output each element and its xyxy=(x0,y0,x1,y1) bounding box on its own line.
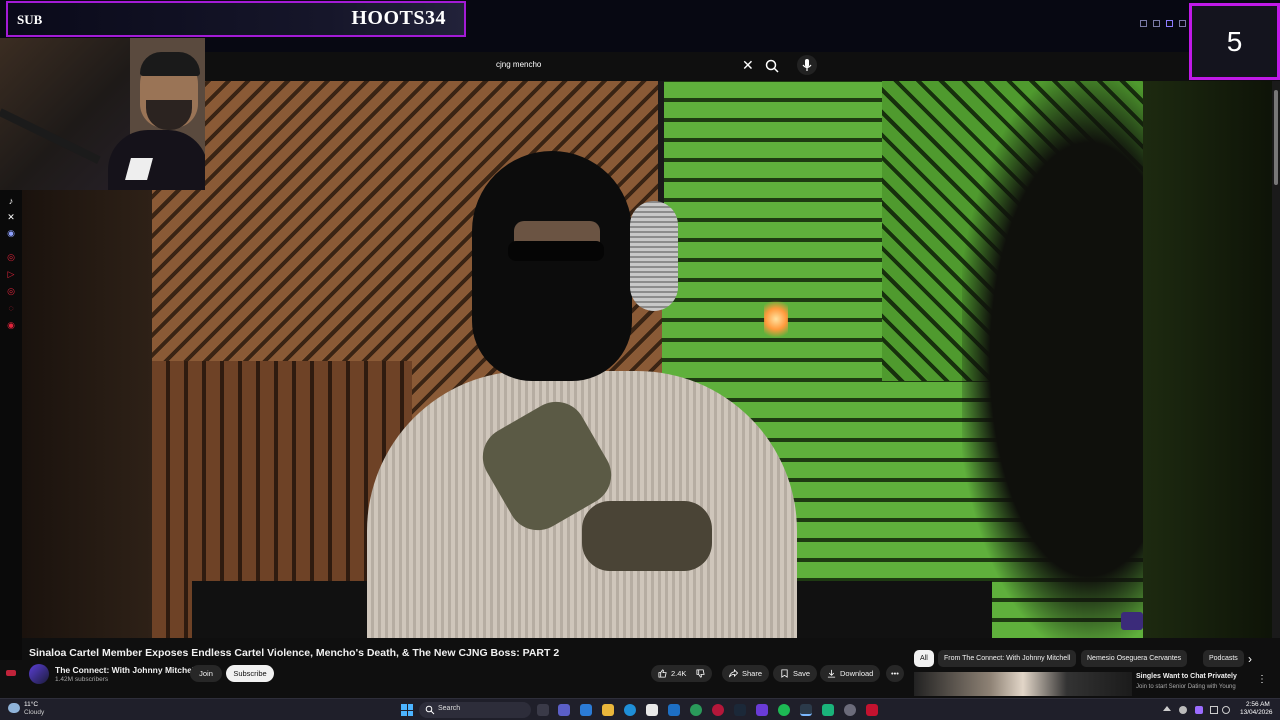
app-icon-teal[interactable] xyxy=(822,704,834,716)
search-icon xyxy=(425,705,435,715)
pin-icon[interactable] xyxy=(1140,20,1147,27)
spotify-icon[interactable] xyxy=(778,704,790,716)
channel-avatar[interactable] xyxy=(29,664,49,684)
taskbar-search-label: Search xyxy=(438,705,461,712)
thumbs-up-icon xyxy=(658,669,667,678)
youtube-icon[interactable] xyxy=(866,704,878,716)
app-icon-green[interactable] xyxy=(690,704,702,716)
sub-label: SUB xyxy=(17,12,43,27)
discord-icon: ◉ xyxy=(7,228,15,238)
tiktok-icon: ♪ xyxy=(8,196,14,206)
settings-icon[interactable] xyxy=(844,704,856,716)
weather-temp[interactable]: 11°C xyxy=(24,701,38,708)
chevron-up-icon[interactable] xyxy=(1163,706,1171,711)
chip-nemesio[interactable]: Nemesio Oseguera Cervantes xyxy=(1081,650,1188,667)
steam-icon[interactable] xyxy=(734,704,746,716)
like-count: 2.4K xyxy=(671,669,687,678)
clock-date[interactable]: 13/04/2026 xyxy=(1240,709,1273,716)
like-button[interactable]: 2.4K xyxy=(651,665,713,682)
thumbs-down-icon[interactable] xyxy=(696,669,706,678)
store-icon[interactable] xyxy=(646,704,658,716)
webcam-overlay xyxy=(0,38,205,190)
edge-icon[interactable] xyxy=(624,704,636,716)
restore-icon[interactable] xyxy=(1153,20,1160,27)
save-button[interactable]: Save xyxy=(773,665,818,682)
opera-icon[interactable] xyxy=(712,704,724,716)
chip-podcasts[interactable]: Podcasts xyxy=(1203,650,1244,667)
taskbar-search[interactable]: Search xyxy=(419,702,531,718)
more-horizontal-icon: ••• xyxy=(891,669,899,678)
more-actions-button[interactable]: ••• xyxy=(886,665,904,682)
app-icon-purple[interactable] xyxy=(756,704,768,716)
display-icon[interactable] xyxy=(1210,706,1218,714)
mail-icon[interactable] xyxy=(668,704,680,716)
file-explorer-icon[interactable] xyxy=(602,704,614,716)
taskbar: 11°C Cloudy Search 2:56 AM 13/04/2026 xyxy=(0,698,1280,720)
subscribe-button[interactable]: Subscribe xyxy=(226,665,274,682)
search-box[interactable]: cjng mencho ✕ xyxy=(488,55,768,77)
overlay-badge-icon xyxy=(6,670,16,676)
youtube-header: cjng mencho ✕ xyxy=(205,52,1158,81)
shield-icon[interactable] xyxy=(1166,20,1173,27)
social-rail: ♪ ✕ ◉ ◎ ▷ ◎ ◌ ◉ xyxy=(0,190,22,660)
task-view-icon[interactable] xyxy=(537,704,549,716)
download-icon xyxy=(827,669,836,678)
video-info: Sinaloa Cartel Member Exposes Endless Ca… xyxy=(22,638,1280,698)
chip-from-channel[interactable]: From The Connect: With Johnny Mitchell xyxy=(938,650,1077,667)
x-icon: ✕ xyxy=(7,212,15,222)
chip-all[interactable]: All xyxy=(914,650,934,667)
record-icon: ◎ xyxy=(7,252,15,262)
play-icon: ▷ xyxy=(7,269,15,279)
suggestion-subtitle: Join to start Senior Dating with Young xyxy=(1136,684,1236,690)
clear-search-icon[interactable]: ✕ xyxy=(742,57,754,73)
channel-name[interactable]: The Connect: With Johnny Mitchell xyxy=(55,665,197,675)
download-label: Download xyxy=(840,669,874,678)
steam-active-icon[interactable] xyxy=(800,704,812,716)
streamer-name: HOOTS34 xyxy=(351,7,446,29)
volume-icon[interactable] xyxy=(1222,706,1230,714)
windows-start-icon[interactable] xyxy=(401,704,413,716)
save-label: Save xyxy=(793,669,811,678)
cloud-sync-icon[interactable] xyxy=(1179,706,1187,714)
masked-guest xyxy=(472,151,632,381)
share-label: Share xyxy=(742,669,763,678)
subscriber-count: 1.42M subscribers xyxy=(55,676,109,683)
video-title: Sinaloa Cartel Member Exposes Endless Ca… xyxy=(29,647,560,659)
more-vertical-icon[interactable]: ⋮ xyxy=(1257,674,1267,685)
tray-app-icon[interactable] xyxy=(1195,706,1203,714)
suggestion-title[interactable]: Singles Want to Chat Privately xyxy=(1136,673,1237,680)
search-icon[interactable] xyxy=(763,57,781,75)
clock-time[interactable]: 2:56 AM xyxy=(1246,701,1270,708)
record-icon: ◎ xyxy=(7,286,15,296)
weather-desc[interactable]: Cloudy xyxy=(24,709,44,716)
download-button[interactable]: Download xyxy=(820,665,881,682)
cloud-icon[interactable] xyxy=(8,703,20,713)
sub-goal-banner: SUB HOOTS34 xyxy=(6,1,466,37)
share-button[interactable]: Share xyxy=(722,665,770,682)
wall-lamp xyxy=(764,299,788,339)
counter-box: 5 xyxy=(1189,3,1280,80)
search-input[interactable]: cjng mencho xyxy=(496,60,541,69)
scrollbar-thumb[interactable] xyxy=(1274,90,1278,185)
copilot-icon[interactable] xyxy=(580,704,592,716)
teams-icon[interactable] xyxy=(558,704,570,716)
bookmark-icon xyxy=(781,669,788,678)
suggestion-thumbnail[interactable] xyxy=(914,672,1132,696)
voice-search-icon[interactable] xyxy=(797,55,817,75)
join-button[interactable]: Join xyxy=(190,665,222,682)
stack-icon: ◌ xyxy=(8,303,14,313)
window-controls xyxy=(1140,20,1186,32)
channel-watermark xyxy=(1121,612,1143,630)
share-icon xyxy=(729,669,738,678)
play-icon[interactable] xyxy=(1179,20,1186,27)
screen: SUB HOOTS34 5 cjng mencho ✕ ♪ ✕ ◉ ◎ ▷ ◎ … xyxy=(0,0,1280,720)
counter-value: 5 xyxy=(1226,26,1243,57)
microphone xyxy=(630,201,678,311)
target-icon: ◉ xyxy=(7,320,15,330)
chevron-right-icon[interactable]: › xyxy=(1248,652,1252,666)
